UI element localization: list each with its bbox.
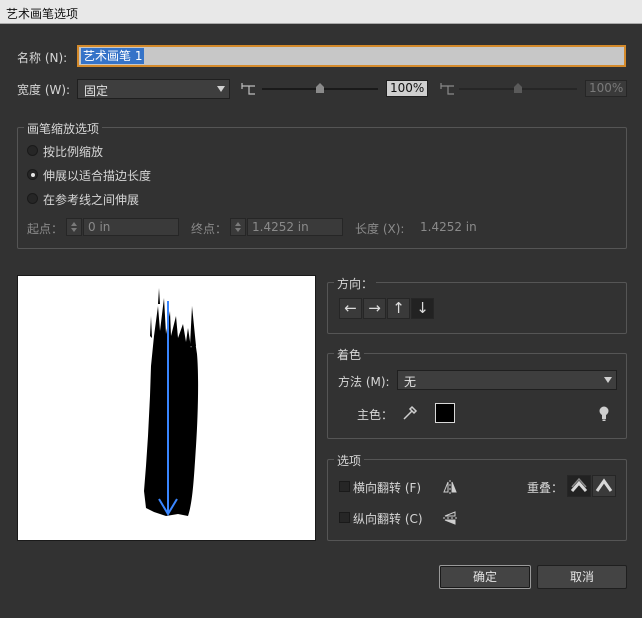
- direction-title: 方向：: [334, 275, 377, 292]
- length-label: 长度 (X):: [355, 222, 405, 236]
- colorization-title: 着色: [334, 346, 365, 363]
- radio-stretch-to-fit-label: 伸展以适合描边长度: [43, 169, 152, 183]
- name-input-value: 艺术画笔 1: [81, 48, 145, 64]
- radio-stretch-between-guides-label: 在参考线之间伸展: [43, 193, 140, 207]
- end-field: 1.4252 in: [247, 218, 343, 236]
- width-slider-thumb[interactable]: [316, 83, 324, 93]
- length-value: 1.4252 in: [420, 220, 477, 234]
- direction-left-button[interactable]: ←: [339, 298, 362, 319]
- radio-stretch-to-fit[interactable]: [27, 169, 38, 180]
- method-label: 方法 (M):: [338, 375, 390, 389]
- direction-right-button[interactable]: →: [363, 298, 386, 319]
- width-percent-field[interactable]: 100%: [386, 80, 428, 97]
- width-min-icon: [241, 83, 255, 95]
- options-title: 选项: [334, 452, 365, 469]
- overlap-none-icon: [595, 478, 613, 492]
- direction-up-button[interactable]: ↑: [387, 298, 410, 319]
- colorization-group: [327, 353, 627, 439]
- overlap-adjust-icon: [570, 477, 588, 492]
- flip-along-checkbox[interactable]: [339, 481, 350, 492]
- flip-across-icon: [443, 511, 457, 525]
- brush-preview: [17, 275, 316, 541]
- window-titlebar: 艺术画笔选项: [0, 0, 642, 24]
- key-color-swatch[interactable]: [435, 403, 455, 423]
- end-stepper: [230, 218, 246, 236]
- scale-options-title: 画笔缩放选项: [24, 120, 103, 137]
- width-mode-select[interactable]: 固定: [77, 79, 230, 99]
- flip-along-label: 横向翻转 (F): [353, 481, 422, 495]
- ok-button[interactable]: 确定: [439, 565, 531, 589]
- flip-across-label: 纵向翻转 (C): [353, 512, 423, 526]
- cancel-button[interactable]: 取消: [537, 565, 627, 589]
- width-max-icon: [440, 83, 454, 95]
- end-label: 终点：: [191, 222, 228, 236]
- arrow-left-icon: ←: [344, 299, 357, 317]
- options-group: [327, 459, 627, 541]
- arrow-down-icon: ↓: [416, 299, 429, 317]
- method-select[interactable]: 无: [397, 370, 617, 390]
- overlap-button-2[interactable]: [592, 475, 616, 497]
- start-label: 起点：: [27, 222, 64, 236]
- width-mode-value: 固定: [84, 84, 109, 98]
- window-title: 艺术画笔选项: [6, 7, 79, 21]
- overlap-label: 重叠：: [527, 481, 564, 495]
- radio-proportional-label: 按比例缩放: [43, 145, 104, 159]
- arrow-right-icon: →: [368, 299, 381, 317]
- chevron-down-icon: [604, 377, 612, 383]
- radio-stretch-between-guides[interactable]: [27, 193, 38, 204]
- width-variation-percent-field: 100%: [585, 80, 627, 97]
- method-value: 无: [404, 375, 417, 389]
- name-input[interactable]: 艺术画笔 1: [77, 45, 626, 67]
- overlap-button-1[interactable]: [567, 475, 591, 497]
- width-variation-slider-thumb: [514, 83, 522, 93]
- arrow-up-icon: ↑: [392, 299, 405, 317]
- name-label: 名称 (N):: [17, 51, 68, 65]
- start-field: 0 in: [83, 218, 179, 236]
- key-color-label: 主色：: [357, 408, 394, 422]
- radio-proportional[interactable]: [27, 145, 38, 156]
- brush-stroke-preview: [144, 288, 199, 516]
- start-stepper: [66, 218, 82, 236]
- eyedropper-icon[interactable]: [401, 404, 419, 422]
- width-label: 宽度 (W):: [17, 83, 71, 97]
- chevron-down-icon: [217, 86, 225, 92]
- direction-down-button[interactable]: ↓: [411, 298, 434, 319]
- flip-across-checkbox[interactable]: [339, 512, 350, 523]
- lightbulb-icon[interactable]: [597, 405, 611, 423]
- flip-along-icon: [443, 480, 457, 494]
